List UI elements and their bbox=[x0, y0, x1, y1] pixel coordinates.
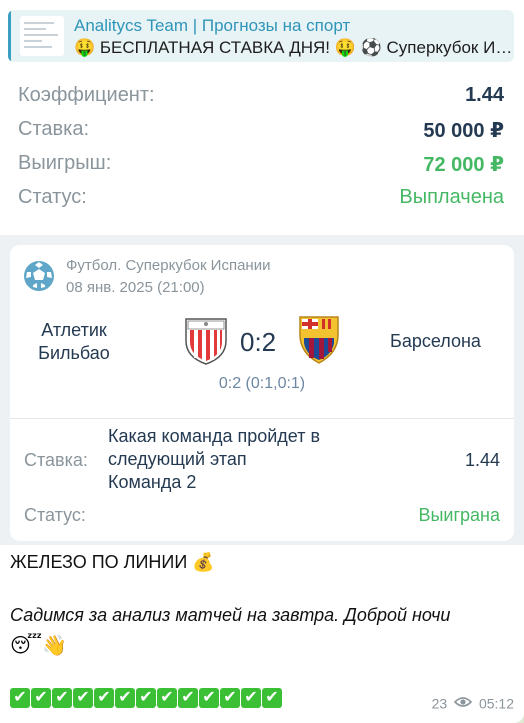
summary-row-odds: Коэффициент: 1.44 bbox=[18, 78, 504, 112]
caption-text: Садимся за анализ матчей на завтра. Добр… bbox=[10, 605, 451, 625]
views-count: 23 bbox=[431, 695, 448, 712]
reply-quote[interactable]: Analitycs Team | Прогнозы на спорт 🤑 БЕС… bbox=[8, 10, 514, 62]
caption-emoji: 😴👋 bbox=[10, 635, 67, 657]
barcelona-logo bbox=[296, 315, 342, 365]
match-subscore: 0:2 (0:1,0:1) bbox=[218, 375, 306, 392]
summary-label: Ставка: bbox=[18, 118, 89, 140]
check-icon: ✔ bbox=[10, 688, 30, 708]
summary-label: Коэффициент: bbox=[18, 84, 155, 106]
reply-accent-bar bbox=[8, 10, 11, 62]
bet-line: Команда 2 bbox=[108, 472, 197, 492]
team1-name: Атлетик Бильбао bbox=[38, 320, 110, 363]
match-card-inner[interactable]: Футбол. Суперкубок Испании 08 янв. 2025 … bbox=[10, 245, 514, 541]
check-icon: ✔ bbox=[199, 688, 219, 708]
check-icon: ✔ bbox=[178, 688, 198, 708]
bet-label: Ставка: bbox=[24, 450, 88, 470]
message-footer: 23 05:12 bbox=[432, 694, 514, 711]
message-time: 05:12 bbox=[478, 695, 514, 712]
athletic-club-logo bbox=[184, 315, 228, 365]
bet-summary: Коэффициент: 1.44 Ставка: 50 000 ₽ Выигр… bbox=[0, 78, 524, 228]
summary-row-status: Статус: Выплачена bbox=[18, 180, 504, 214]
match-score: 0:2 bbox=[240, 327, 277, 357]
eye-icon bbox=[453, 695, 473, 711]
checkmark-row: ✔ ✔ ✔ ✔ ✔ ✔ ✔ ✔ ✔ ✔ ✔ ✔ ✔ bbox=[10, 688, 283, 710]
summary-value: Выплачена bbox=[399, 186, 504, 208]
check-icon: ✔ bbox=[157, 688, 177, 708]
caption-headline: ЖЕЛЕЗО ПО ЛИНИИ 💰 bbox=[10, 552, 215, 572]
summary-value: 1.44 bbox=[465, 84, 504, 106]
status-value: Выиграна bbox=[418, 505, 500, 525]
check-icon: ✔ bbox=[73, 688, 93, 708]
card-divider bbox=[10, 418, 514, 419]
check-icon: ✔ bbox=[115, 688, 135, 708]
summary-row-winnings: Выигрыш: 72 000 ₽ bbox=[18, 146, 504, 180]
summary-value: 50 000 ₽ bbox=[423, 120, 504, 142]
check-icon: ✔ bbox=[52, 688, 72, 708]
check-icon: ✔ bbox=[31, 688, 51, 708]
bet-odds: 1.44 bbox=[464, 450, 500, 470]
bet-line: следующий этап bbox=[108, 449, 247, 469]
summary-label: Статус: bbox=[18, 186, 87, 208]
match-card: Футбол. Суперкубок Испании 08 янв. 2025 … bbox=[0, 235, 524, 545]
check-icon: ✔ bbox=[262, 688, 282, 708]
team2-name: Барселона bbox=[390, 331, 481, 351]
summary-label: Выигрыш: bbox=[18, 152, 112, 174]
message-bubble: Analitycs Team | Прогнозы на спорт 🤑 БЕС… bbox=[0, 0, 524, 723]
summary-value: 72 000 ₽ bbox=[423, 154, 504, 176]
reply-text: 🤑 БЕСПЛАТНАЯ СТАВКА ДНЯ! 🤑 ⚽ Суперкубок … bbox=[74, 38, 514, 57]
check-icon: ✔ bbox=[94, 688, 114, 708]
reply-thumbnail bbox=[20, 16, 64, 56]
summary-row-stake: Ставка: 50 000 ₽ bbox=[18, 112, 504, 146]
bet-line: Какая команда пройдет в bbox=[108, 426, 321, 446]
bet-description: Какая команда пройдет в следующий этап К… bbox=[108, 425, 368, 494]
check-icon: ✔ bbox=[220, 688, 240, 708]
reply-title: Analitycs Team | Прогнозы на спорт bbox=[74, 16, 351, 35]
status-label: Статус: bbox=[24, 505, 86, 525]
football-icon bbox=[24, 261, 54, 291]
check-icon: ✔ bbox=[136, 688, 156, 708]
check-icon: ✔ bbox=[241, 688, 261, 708]
match-date-line: 08 янв. 2025 (21:00) bbox=[66, 279, 205, 296]
match-sport-line: Футбол. Суперкубок Испании bbox=[66, 257, 271, 274]
